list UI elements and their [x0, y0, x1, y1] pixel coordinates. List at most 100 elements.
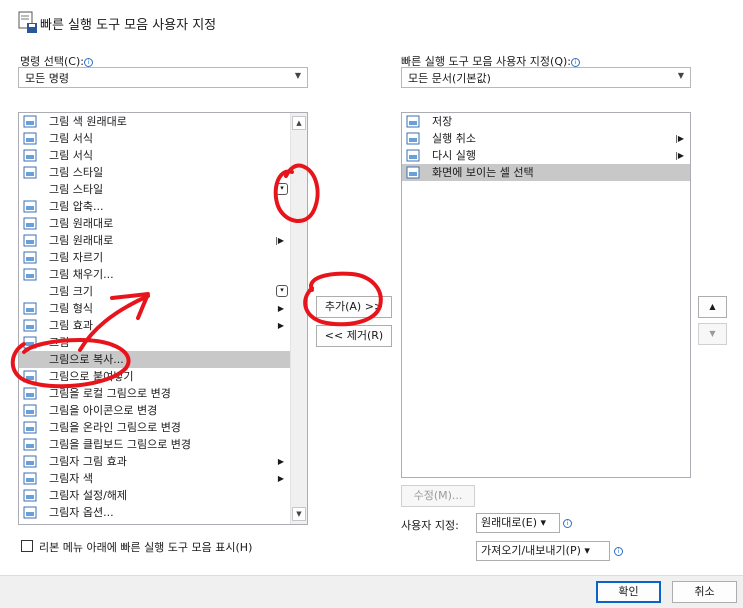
info-icon: i: [83, 58, 93, 67]
compress-picture-icon: [23, 200, 37, 213]
list-item-label: 그림을 클립보드 그림으로 변경: [49, 438, 192, 451]
left-list-item[interactable]: 그림 크기 ▾: [19, 283, 290, 300]
select-visible-cells-icon: [406, 166, 420, 179]
info-icon-glyph: i: [563, 519, 572, 528]
left-list-item[interactable]: 그림자 설정/해제: [19, 487, 290, 504]
show-below-ribbon-label: 리본 메뉴 아래에 빠른 실행 도구 모음 표시(H): [39, 541, 253, 554]
submenu-arrow-icon: ▶: [277, 321, 284, 330]
qat-document-dropdown-value: 모든 문서(기본값): [408, 72, 491, 85]
left-list-item[interactable]: 그림 서식: [19, 147, 290, 164]
change-local-picture-icon: [23, 387, 37, 400]
list-item-label: 그림자 그림 효과: [49, 455, 127, 468]
left-list-item[interactable]: 그림 서식: [19, 130, 290, 147]
list-item-label: 그림 형식: [49, 302, 93, 315]
qat-list[interactable]: 저장실행 취소 |▶ 다시 실행 |▶ 화면에 보이는 셀 선택: [401, 112, 691, 478]
paste-picture-icon: [23, 370, 37, 383]
list-item-label: 저장: [432, 115, 453, 128]
left-list-item[interactable]: 그림 스타일: [19, 164, 290, 181]
picture-reset-icon: [23, 234, 37, 247]
scroll-up-icon[interactable]: ▲: [292, 116, 306, 130]
list-item-label: 그림 원래대로: [49, 217, 114, 230]
list-item-label: 화면에 보이는 셀 선택: [432, 166, 534, 179]
right-list-item[interactable]: 다시 실행 |▶: [402, 147, 690, 164]
commands-list[interactable]: 그림 색 원래대로 그림 서식 그림 서식 그림 스타일 그림 스타일 ▾ 그림 압축...…: [18, 112, 308, 525]
left-list-item[interactable]: 그림 색 원래대로: [19, 113, 290, 130]
info-icon: i: [563, 516, 572, 529]
picture-effects-icon: [23, 319, 37, 332]
left-list-item[interactable]: 그림으로 붙여넣기: [19, 368, 290, 385]
left-list-item[interactable]: 그림자 그림 효과 ▶: [19, 453, 290, 470]
right-list-item[interactable]: 화면에 보이는 셀 선택: [402, 164, 690, 181]
change-online-picture-icon: [23, 421, 37, 434]
move-up-button[interactable]: ▲: [698, 296, 727, 318]
list-item-label: 그림을 온라인 그림으로 변경: [49, 421, 181, 434]
info-icon: i: [571, 58, 580, 67]
cancel-button[interactable]: 취소: [672, 581, 737, 603]
list-item-label: 그림으로 붙여넣기: [49, 370, 134, 383]
left-list-item[interactable]: 그림을 로컬 그림으로 변경: [19, 385, 290, 402]
reset-dropdown[interactable]: 원래대로(E) ▾: [476, 513, 560, 533]
shadow-effect-icon: [23, 455, 37, 468]
left-list-item[interactable]: 그림을 클립보드 그림으로 변경: [19, 436, 290, 453]
crop-icon: [23, 251, 37, 264]
customize-qat-icon: [16, 10, 38, 34]
undo-icon: [406, 132, 420, 145]
list-item-label: 그림을 아이콘으로 변경: [49, 404, 158, 417]
import-export-dropdown[interactable]: 가져오기/내보내기(P) ▾: [476, 541, 610, 561]
picture-format-icon: [23, 132, 37, 145]
left-list-item[interactable]: 그림: [19, 334, 290, 351]
left-list-item[interactable]: 그림 원래대로: [19, 215, 290, 232]
change-clipboard-picture-icon: [23, 438, 37, 451]
left-list-item[interactable]: 그림 형식 ▶: [19, 300, 290, 317]
list-item-label: 그림 자르기: [49, 251, 104, 264]
redo-icon: [406, 149, 420, 162]
dropdown-indicator-icon: ▾: [276, 183, 288, 195]
right-list-item[interactable]: 실행 취소 |▶: [402, 130, 690, 147]
show-below-ribbon-checkbox[interactable]: [21, 540, 33, 552]
list-item-label: 다시 실행: [432, 149, 476, 162]
list-item-label: 그림 서식: [49, 132, 93, 145]
add-button[interactable]: 추가(A) >>: [316, 296, 392, 318]
list-item-label: 그림 효과: [49, 319, 93, 332]
left-list-item[interactable]: 그림을 온라인 그림으로 변경: [19, 419, 290, 436]
split-arrow-icon: |▶: [675, 151, 684, 160]
submenu-arrow-icon: ▶: [277, 304, 284, 313]
left-list-item[interactable]: 그림 스타일 ▾: [19, 181, 290, 198]
change-icon-icon: [23, 404, 37, 417]
list-item-label: 그림: [49, 336, 70, 349]
scroll-down-icon[interactable]: ▼: [292, 507, 306, 521]
commands-scrollbar[interactable]: ▲ ▼: [290, 113, 307, 524]
left-list-item[interactable]: 그림으로 복사...: [19, 351, 290, 368]
submenu-arrow-icon: ▶: [277, 457, 284, 466]
chevron-down-icon: ▼: [677, 71, 684, 80]
split-arrow-icon: |▶: [675, 134, 684, 143]
left-list-item[interactable]: 그림을 아이콘으로 변경: [19, 402, 290, 419]
qat-document-dropdown[interactable]: 모든 문서(기본값) ▼: [401, 67, 691, 88]
shadow-toggle-icon: [23, 489, 37, 502]
left-list-item[interactable]: 그림 효과 ▶: [19, 317, 290, 334]
remove-button[interactable]: << 제거(R): [316, 325, 392, 347]
left-list-item[interactable]: 그림 자르기: [19, 249, 290, 266]
commands-dropdown[interactable]: 모든 명령 ▼: [18, 67, 308, 88]
list-item-label: 그림 스타일: [49, 183, 104, 196]
split-arrow-icon: |▶: [275, 236, 284, 245]
left-list-item[interactable]: 그림 원래대로 |▶: [19, 232, 290, 249]
list-item-label: 그림 크기: [49, 285, 93, 298]
right-list-item[interactable]: 저장: [402, 113, 690, 130]
dropdown-indicator-icon: ▾: [276, 285, 288, 297]
format-painter-icon: [23, 149, 37, 162]
ok-button[interactable]: 확인: [596, 581, 661, 603]
left-list-item[interactable]: 그림 압축...: [19, 198, 290, 215]
picture-fill-icon: [23, 268, 37, 281]
info-icon-glyph: i: [614, 547, 623, 556]
left-list-item[interactable]: 그림자 색 ▶: [19, 470, 290, 487]
shadow-options-icon: [23, 506, 37, 519]
dialog-title: 빠른 실행 도구 모음 사용자 지정: [40, 18, 217, 33]
move-down-button[interactable]: ▼: [698, 323, 727, 345]
left-list-item[interactable]: 그림 채우기...: [19, 266, 290, 283]
left-list-item[interactable]: 그림자 옵션...: [19, 504, 290, 521]
list-item-label: 그림자 설정/해제: [49, 489, 128, 502]
list-item-label: 그림자 옵션...: [49, 506, 114, 519]
modify-button[interactable]: 수정(M)...: [401, 485, 475, 507]
list-item-label: 그림 서식: [49, 149, 93, 162]
